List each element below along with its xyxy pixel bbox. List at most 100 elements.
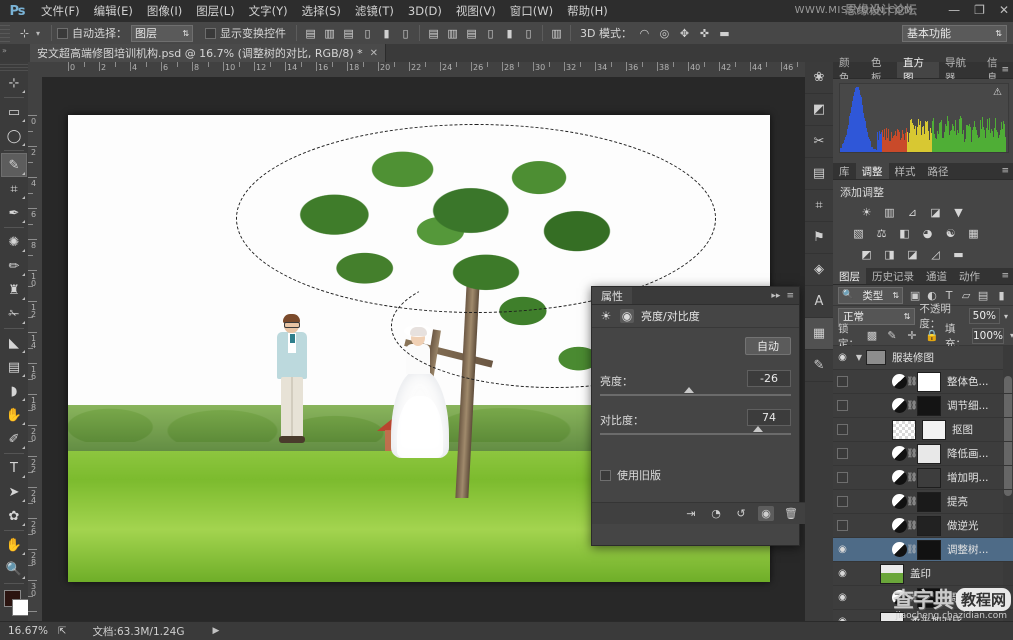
threshold-icon[interactable]: ◪ (903, 246, 922, 263)
gradient-tool[interactable]: ▤ (1, 355, 27, 379)
tab-动作[interactable]: 动作 (953, 268, 986, 284)
path-selection-tool[interactable]: ➤ (1, 480, 27, 504)
filter-adjustment-icon[interactable]: ◐ (925, 288, 939, 302)
layer-row[interactable]: ◉ 盖印 (833, 562, 1013, 586)
tab-直方图[interactable]: 直方图 (897, 62, 939, 78)
filter-smart-object-icon[interactable]: ▤ (976, 288, 990, 302)
layer-visibility-icon[interactable]: ◉ (833, 538, 852, 561)
properties-panel[interactable]: 属性 ▸▸ ≡ ☀ ◉ 亮度/对比度 自动 亮度： -26 对比度： 74 使用… (591, 286, 800, 546)
fill-value[interactable]: 100% (972, 328, 1004, 344)
auto-align-layers-icon[interactable]: ▥ (548, 25, 565, 42)
pen-tool[interactable]: ✐ (1, 427, 27, 451)
menu-item-0[interactable]: 文件(F) (34, 0, 87, 22)
opacity-value[interactable]: 50% (969, 308, 1000, 324)
notes-icon[interactable]: ⚑ (805, 222, 833, 254)
align-top-edges-icon[interactable]: ▯ (359, 25, 376, 42)
document-tab[interactable]: 安文超高端修图培训机构.psd @ 16.7% (调整树的对比, RGB/8) … (30, 44, 386, 62)
layer-row[interactable]: ⛓ 增加明... (833, 466, 1013, 490)
move-tool[interactable]: ⊹ (1, 71, 27, 95)
spot-healing-brush-tool[interactable]: ✺ (1, 230, 27, 254)
roll-3d-icon[interactable]: ◎ (656, 25, 673, 42)
color-balance-icon[interactable]: ⚖ (872, 225, 891, 242)
zoom-tool[interactable]: 🔍 (1, 557, 27, 581)
layer-visibility-icon[interactable]: ◉ (833, 562, 852, 585)
tab-路径[interactable]: 路径 (922, 163, 955, 179)
posterize-icon[interactable]: ◨ (880, 246, 899, 263)
adjustment-layer-thumbnail[interactable] (892, 542, 907, 557)
tab-色板[interactable]: 色板 (865, 62, 897, 78)
menu-item-2[interactable]: 图像(I) (140, 0, 189, 22)
adjustment-layer-thumbnail[interactable] (892, 374, 907, 389)
align-left-edges-icon[interactable]: ▤ (302, 25, 319, 42)
show-transform-controls-checkbox[interactable] (205, 28, 216, 39)
window-maximize-icon[interactable]: ❐ (974, 4, 985, 16)
tab-样式[interactable]: 样式 (889, 163, 922, 179)
filter-type-dropdown[interactable]: 🔍 类型 ⇅ (838, 287, 903, 304)
panel-menu-icon[interactable]: ≡ (1001, 166, 1009, 176)
filter-toggle-switch-icon[interactable]: ▮ (995, 288, 1008, 302)
layer-visibility-icon[interactable] (833, 466, 852, 489)
use-legacy-row[interactable]: 使用旧版 (600, 467, 661, 483)
tab-通道[interactable]: 通道 (920, 268, 953, 284)
adjustment-layer-thumbnail[interactable] (892, 518, 907, 533)
color-swatches[interactable] (0, 588, 28, 618)
tab-调整[interactable]: 调整 (856, 163, 889, 179)
layer-visibility-icon[interactable]: ◉ (833, 586, 852, 609)
options-bar-grip[interactable] (0, 22, 10, 44)
blur-tool[interactable]: ◗ (1, 379, 27, 403)
clone-stamp-tool[interactable]: ♜ (1, 278, 27, 302)
lock-position-icon[interactable]: ✛ (905, 329, 919, 343)
distribute-right-icon[interactable]: ▯ (520, 25, 537, 42)
lock-image-pixels-icon[interactable]: ✎ (885, 329, 899, 343)
slide-3d-icon[interactable]: ✜ (696, 25, 713, 42)
layer-visibility-icon[interactable] (833, 442, 852, 465)
crop-tool[interactable]: ⌗ (1, 177, 27, 201)
timeline-panel-icon[interactable]: ▦ (805, 318, 833, 350)
align-right-edges-icon[interactable]: ▤ (340, 25, 357, 42)
brush-presets-icon[interactable]: ✎ (805, 350, 833, 382)
menu-item-10[interactable]: 帮助(H) (560, 0, 615, 22)
layer-mask-thumbnail[interactable] (917, 468, 941, 488)
eraser-tool[interactable]: ◣ (1, 331, 27, 355)
distribute-top-icon[interactable]: ▤ (425, 25, 442, 42)
brush-tool[interactable]: ✏ (1, 254, 27, 278)
layer-row[interactable]: ⛓ 降低画... (833, 442, 1013, 466)
brightness-value[interactable]: -26 (747, 370, 791, 387)
scale-3d-icon[interactable]: ▬ (716, 25, 733, 42)
mask-link-icon[interactable]: ⛓ (907, 473, 917, 483)
close-icon[interactable]: ✕ (370, 48, 378, 59)
menu-item-3[interactable]: 图层(L) (189, 0, 241, 22)
layer-visibility-icon[interactable] (833, 514, 852, 537)
contrast-value[interactable]: 74 (747, 409, 791, 426)
toggle-visibility-icon[interactable]: ◉ (758, 506, 774, 521)
layer-visibility-icon[interactable] (833, 394, 852, 417)
adjustment-layer-thumbnail[interactable] (892, 446, 907, 461)
brightness-slider-knob[interactable] (684, 387, 694, 393)
workspace-switcher[interactable]: 基本功能 ⇅ (902, 25, 1007, 42)
tab-库[interactable]: 库 (833, 163, 856, 179)
adjustment-layer-thumbnail[interactable] (892, 494, 907, 509)
selective-color-icon[interactable]: ◿ (926, 246, 945, 263)
tools-panel-grip[interactable] (0, 62, 28, 71)
panel-menu-icon[interactable]: ≡ (1001, 65, 1009, 75)
layer-mask-thumbnail[interactable] (917, 492, 941, 512)
eyedropper-tool[interactable]: ✒ (1, 201, 27, 225)
layer-mask-thumbnail[interactable] (917, 516, 941, 536)
distribute-left-icon[interactable]: ▯ (482, 25, 499, 42)
current-tool-preset[interactable]: ⊹ ▾ (10, 25, 46, 42)
status-expand-arrow-icon[interactable]: ▶ (212, 626, 219, 636)
tab-图层[interactable]: 图层 (833, 268, 866, 284)
mask-link-icon[interactable]: ⛓ (907, 377, 917, 387)
layer-visibility-icon[interactable]: ◉ (833, 346, 852, 369)
auto-select-checkbox[interactable] (57, 28, 68, 39)
layer-group-row[interactable]: ◉ ▼ 服装修图 (833, 346, 1013, 370)
delete-adjustment-icon[interactable]: 🗑 (783, 506, 799, 521)
tab-导航器[interactable]: 导航器 (939, 62, 981, 78)
tool-presets-icon[interactable]: ✂ (805, 126, 833, 158)
levels-icon[interactable]: ▥ (880, 204, 899, 221)
mask-link-icon[interactable]: ⛓ (907, 449, 917, 459)
quick-selection-tool[interactable]: ✎ (1, 153, 27, 177)
layer-row[interactable]: ⛓ 提亮 (833, 490, 1013, 514)
orbit-3d-icon[interactable]: ◠ (636, 25, 653, 42)
tab-properties[interactable]: 属性 (592, 287, 632, 304)
